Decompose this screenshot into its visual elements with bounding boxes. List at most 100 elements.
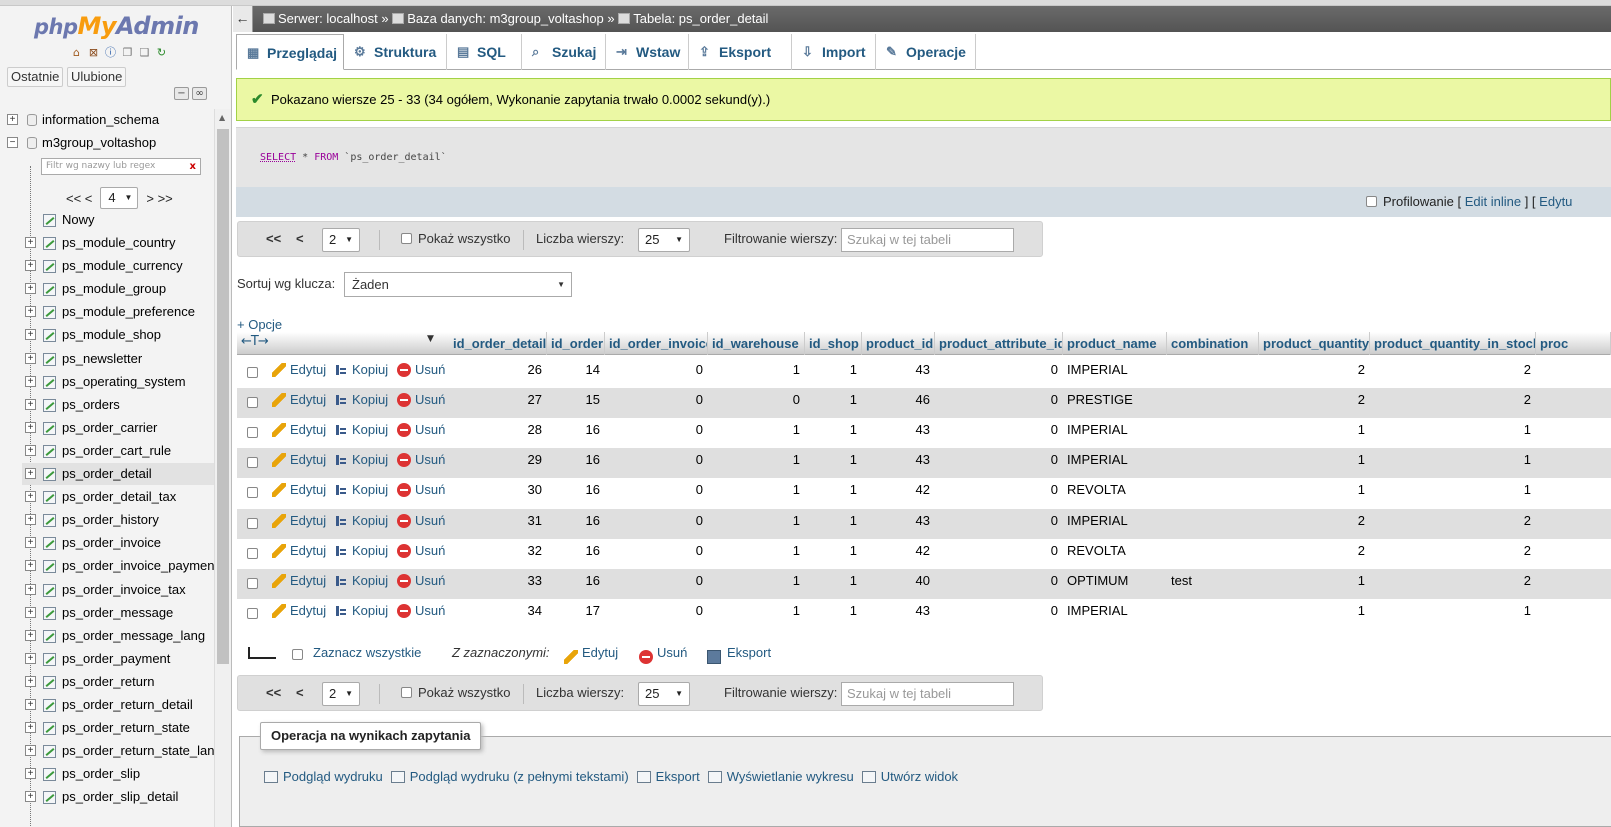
reload-icon[interactable]: ↻ [155,46,168,59]
tree-table-item[interactable]: + ps_order_history [22,509,214,531]
logout-icon[interactable]: ⊠ [87,46,100,59]
expand-icon[interactable]: + [25,607,36,618]
column-header-id-order[interactable]: id_order [547,332,605,355]
tree-table-item[interactable]: + ps_orders [22,394,214,416]
tab-import[interactable]: ⇩ Import [792,34,876,70]
nav-scrollbar[interactable]: ▲ [214,109,231,827]
row-copy-button[interactable]: Kopiuj [334,478,388,502]
table-row[interactable]: Edytuj Kopiuj Usuń 29 16 0 1 1 43 0 IMPERIAL 1 1 [237,448,1611,479]
page-select[interactable]: 2 [322,228,360,252]
tree-pager-prev[interactable]: << < [66,191,92,206]
row-copy-button[interactable]: Kopiuj [334,539,388,563]
row-copy-button[interactable]: Kopiuj [334,418,388,442]
column-header-proc[interactable]: proc [1536,332,1611,355]
phpmyadmin-logo[interactable]: phpMyAdmin [34,12,199,40]
tree-db-information-schema[interactable]: + information_schema [0,109,214,131]
row-filter-input[interactable]: Szukaj w tej tabeli [841,228,1014,252]
expand-icon[interactable]: + [25,445,36,456]
tree-table-item[interactable]: + ps_order_message_lang [22,625,214,647]
tree-table-item[interactable]: + ps_order_cart_rule [22,440,214,462]
show-all-control[interactable]: Pokaż wszystko [401,222,510,256]
expand-icon[interactable]: + [25,353,36,364]
column-header-id-order-invoice[interactable]: id_order_invoice [605,332,708,355]
tree-table-item[interactable]: + ps_order_return [22,671,214,693]
tree-table-item[interactable]: + ps_module_country [22,232,214,254]
first-page-button[interactable]: << [266,676,281,710]
show-all-checkbox[interactable] [401,687,412,698]
tab-search[interactable]: ⌕ Szukaj [522,34,606,70]
expand-icon[interactable]: + [25,306,36,317]
breadcrumb-database[interactable]: Baza danych: m3group_voltashop [407,11,604,26]
tab-browse[interactable]: ▦ Przeglądaj [236,34,344,70]
row-checkbox[interactable] [247,427,258,439]
row-checkbox[interactable] [247,547,258,559]
back-arrow-icon[interactable]: ← [233,6,253,32]
show-all-checkbox[interactable] [401,233,412,244]
row-edit-button[interactable]: Edytuj [272,478,326,502]
sort-by-key-select[interactable]: Żaden [344,272,572,297]
row-delete-button[interactable]: Usuń [397,358,445,382]
tree-new-table[interactable]: Nowy [22,209,214,231]
expand-icon[interactable]: + [25,329,36,340]
sql-query-box[interactable]: SELECT * FROM `ps_order_detail` [236,127,1611,187]
breadcrumb-server[interactable]: Serwer: localhost [278,11,378,26]
row-delete-button[interactable]: Usuń [397,569,445,593]
row-checkbox[interactable] [247,487,258,499]
table-filter-input[interactable]: Filtr wg nazwy lub regex x [41,158,201,175]
tree-table-item[interactable]: + ps_newsletter [22,348,214,370]
tree-table-item[interactable]: + ps_order_invoice [22,532,214,554]
column-header-product-name[interactable]: product_name [1063,332,1167,355]
nav-scrollbar-thumb[interactable] [217,129,229,664]
expand-icon[interactable]: + [25,699,36,710]
column-resize-arrows[interactable]: ←T→ [241,334,269,349]
expand-icon[interactable]: + [25,722,36,733]
tree-table-item[interactable]: + ps_order_slip_detail [22,786,214,808]
create-view-link[interactable]: Utwórz widok [861,769,958,784]
expand-icon[interactable]: + [25,422,36,433]
table-row[interactable]: Edytuj Kopiuj Usuń 32 16 0 1 1 42 0 REVOLTA 2 2 [237,538,1611,569]
row-checkbox[interactable] [247,367,258,378]
export-link[interactable]: Eksport [636,769,700,784]
profiling-checkbox[interactable] [1366,196,1377,207]
column-options-dropdown-icon[interactable]: ▼ [427,334,434,344]
table-row[interactable]: Edytuj Kopiuj Usuń 27 15 0 0 1 46 0 PRESTIGE 2 2 [237,388,1611,419]
row-edit-button[interactable]: Edytuj [272,599,326,623]
row-delete-button[interactable]: Usuń [397,539,445,563]
column-header-id-shop[interactable]: id_shop [805,332,862,355]
row-delete-button[interactable]: Usuń [397,388,445,412]
bulk-export-button[interactable]: Eksport [707,645,771,664]
expand-icon[interactable]: + [7,114,18,125]
expand-icon[interactable]: + [25,237,36,248]
docs-icon[interactable]: ❐ [121,46,134,59]
first-page-button[interactable]: << [266,222,281,256]
row-edit-button[interactable]: Edytuj [272,509,326,533]
breadcrumb-table[interactable]: Tabela: ps_order_detail [633,11,768,26]
row-delete-button[interactable]: Usuń [397,448,445,472]
table-row[interactable]: Edytuj Kopiuj Usuń 26 14 0 1 1 43 0 IMPERIAL 2 2 [237,358,1611,388]
tree-table-item[interactable]: + ps_order_return_state_lang [22,740,222,762]
row-checkbox[interactable] [247,457,258,469]
row-edit-button[interactable]: Edytuj [272,539,326,563]
tree-table-item[interactable]: + ps_order_carrier [22,417,214,439]
row-edit-button[interactable]: Edytuj [272,569,326,593]
row-copy-button[interactable]: Kopiuj [334,569,388,593]
tab-export[interactable]: ⇪ Eksport [689,34,792,70]
collapse-icon[interactable]: − [7,137,18,148]
expand-icon[interactable]: + [25,768,36,779]
row-edit-button[interactable]: Edytuj [272,388,326,412]
tree-table-item[interactable]: + ps_order_detail [22,463,214,485]
table-row[interactable]: Edytuj Kopiuj Usuń 33 16 0 1 1 40 0 OPTIMUM test 1 2 [237,568,1611,599]
row-checkbox[interactable] [247,517,258,529]
link-with-main-icon[interactable]: ∞ [192,87,207,100]
edit-link[interactable]: Edytu [1539,194,1572,209]
prev-page-button[interactable]: < [296,222,304,256]
tree-table-item[interactable]: + ps_order_invoice_tax [22,579,214,601]
expand-icon[interactable]: + [25,514,36,525]
row-copy-button[interactable]: Kopiuj [334,448,388,472]
display-chart-link[interactable]: Wyświetlanie wykresu [707,769,854,784]
table-row[interactable]: Edytuj Kopiuj Usuń 34 17 0 1 1 43 0 IMPERIAL 1 1 [237,598,1611,629]
page-select[interactable]: 2 [322,682,360,706]
settings-icon[interactable]: ❑ [138,46,151,59]
tree-db-m3group-voltashop[interactable]: − m3group_voltashop [0,132,214,154]
expand-icon[interactable]: + [25,376,36,387]
